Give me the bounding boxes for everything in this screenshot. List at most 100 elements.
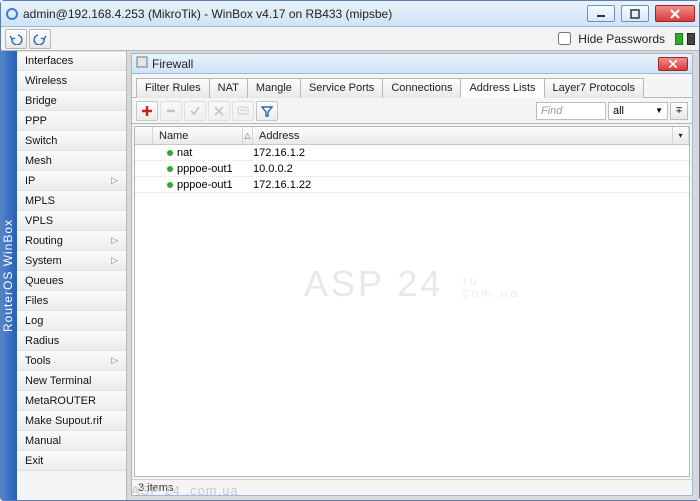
sidebar-item-label: New Terminal [25, 375, 91, 387]
filter-select[interactable]: all ▼ [608, 102, 668, 120]
col-sort-indicator[interactable]: △ [243, 127, 253, 144]
hide-passwords-label: Hide Passwords [578, 32, 665, 46]
tab-filter-rules[interactable]: Filter Rules [136, 78, 210, 98]
tab-layer7-protocols[interactable]: Layer7 Protocols [544, 78, 645, 98]
col-address[interactable]: Address [253, 127, 673, 144]
active-dot-icon [167, 182, 173, 188]
table-body: nat172.16.1.2pppoe-out110.0.0.2pppoe-out… [135, 145, 689, 476]
active-dot-icon [167, 150, 173, 156]
app-icon [5, 7, 19, 21]
firewall-window: Firewall Filter RulesNATMangleService Po… [131, 53, 693, 496]
table-row[interactable]: nat172.16.1.2 [135, 145, 689, 161]
disable-button[interactable] [208, 101, 230, 121]
sidebar-item-metarouter[interactable]: MetaROUTER [17, 391, 126, 411]
sidebar-item-label: Routing [25, 235, 63, 247]
col-dropdown[interactable]: ▾ [673, 127, 689, 144]
sidebar-item-label: Files [25, 295, 48, 307]
sidebar-item-label: Exit [25, 455, 43, 467]
sidebar-item-switch[interactable]: Switch [17, 131, 126, 151]
sidebar-item-new-terminal[interactable]: New Terminal [17, 371, 126, 391]
row-address: 172.16.1.2 [251, 147, 689, 159]
status-led-green [675, 33, 683, 45]
item-count: 3 items [138, 482, 173, 494]
sidebar-item-label: Mesh [25, 155, 52, 167]
sidebar-item-bridge[interactable]: Bridge [17, 91, 126, 111]
chevron-down-icon: ▼ [655, 106, 663, 115]
firewall-tabs: Filter RulesNATMangleService PortsConnec… [132, 74, 692, 98]
sidebar-item-label: Manual [25, 435, 61, 447]
sidebar-item-queues[interactable]: Queues [17, 271, 126, 291]
sidebar-item-wireless[interactable]: Wireless [17, 71, 126, 91]
firewall-toolbar: Find all ▼ ∓ [132, 98, 692, 124]
sidebar-item-make-supout-rif[interactable]: Make Supout.rif [17, 411, 126, 431]
sidebar-item-log[interactable]: Log [17, 311, 126, 331]
maximize-button[interactable] [621, 5, 649, 22]
sidebar-item-label: Make Supout.rif [25, 415, 102, 427]
filter-button[interactable] [256, 101, 278, 121]
sidebar-item-vpls[interactable]: VPLS [17, 211, 126, 231]
sidebar-item-label: MetaROUTER [25, 395, 96, 407]
firewall-title: Firewall [152, 57, 193, 71]
tab-mangle[interactable]: Mangle [247, 78, 301, 98]
col-name[interactable]: Name [153, 127, 243, 144]
comment-button[interactable] [232, 101, 254, 121]
sidebar-item-ip[interactable]: IP ▷ [17, 171, 126, 191]
sidebar-item-manual[interactable]: Manual [17, 431, 126, 451]
redo-button[interactable] [29, 29, 51, 49]
sidebar-item-interfaces[interactable]: Interfaces [17, 51, 126, 71]
row-name: nat [153, 147, 251, 159]
row-address: 10.0.0.2 [251, 163, 689, 175]
main-area: Firewall Filter RulesNATMangleService Po… [127, 51, 699, 500]
sidebar-item-radius[interactable]: Radius [17, 331, 126, 351]
sidebar-item-label: Radius [25, 335, 59, 347]
filter-extra-button[interactable]: ∓ [670, 102, 688, 120]
tab-address-lists[interactable]: Address Lists [460, 78, 544, 98]
row-name: pppoe-out1 [153, 179, 251, 191]
address-list-table: Name △ Address ▾ nat172.16.1.2pppoe-out1… [134, 126, 690, 477]
status-led-dark [687, 33, 695, 45]
hide-passwords-toggle[interactable]: Hide Passwords [554, 29, 665, 48]
sidebar-item-system[interactable]: System ▷ [17, 251, 126, 271]
undo-button[interactable] [5, 29, 27, 49]
filter-select-value: all [613, 105, 624, 117]
main-close-button[interactable] [655, 5, 695, 22]
sidebar-item-label: IP [25, 175, 35, 187]
sidebar-item-files[interactable]: Files [17, 291, 126, 311]
sidebar-item-label: MPLS [25, 195, 55, 207]
table-row[interactable]: pppoe-out1172.16.1.22 [135, 177, 689, 193]
submenu-arrow-icon: ▷ [111, 355, 118, 366]
sidebar: InterfacesWirelessBridge PPP Switch Mesh IP ▷… [17, 51, 127, 500]
tab-nat[interactable]: NAT [209, 78, 248, 98]
hide-passwords-checkbox[interactable] [558, 32, 571, 45]
minimize-button[interactable] [587, 5, 615, 22]
row-name: pppoe-out1 [153, 163, 251, 175]
tab-connections[interactable]: Connections [382, 78, 461, 98]
sidebar-item-mesh[interactable]: Mesh [17, 151, 126, 171]
window-title: admin@192.168.4.253 (MikroTik) - WinBox … [23, 7, 392, 21]
col-flag[interactable] [135, 127, 153, 144]
firewall-close-button[interactable] [658, 57, 688, 71]
sidebar-item-label: Log [25, 315, 43, 327]
sidebar-item-routing[interactable]: Routing ▷ [17, 231, 126, 251]
submenu-arrow-icon: ▷ [111, 235, 118, 246]
sidebar-item-ppp[interactable]: PPP [17, 111, 126, 131]
submenu-arrow-icon: ▷ [111, 175, 118, 186]
sidebar-item-label: VPLS [25, 215, 53, 227]
sidebar-item-label: Tools [25, 355, 51, 367]
remove-button[interactable] [160, 101, 182, 121]
sidebar-item-label: PPP [25, 115, 47, 127]
sidebar-item-tools[interactable]: Tools ▷ [17, 351, 126, 371]
enable-button[interactable] [184, 101, 206, 121]
tab-service-ports[interactable]: Service Ports [300, 78, 383, 98]
table-row[interactable]: pppoe-out110.0.0.2 [135, 161, 689, 177]
sidebar-item-mpls[interactable]: MPLS [17, 191, 126, 211]
sidebar-item-label: System [25, 255, 62, 267]
window-titlebar: admin@192.168.4.253 (MikroTik) - WinBox … [1, 1, 699, 27]
firewall-titlebar[interactable]: Firewall [132, 54, 692, 74]
submenu-arrow-icon: ▷ [111, 255, 118, 266]
add-button[interactable] [136, 101, 158, 121]
sidebar-item-exit[interactable]: Exit [17, 451, 126, 471]
active-dot-icon [167, 166, 173, 172]
row-address: 172.16.1.22 [251, 179, 689, 191]
find-input[interactable]: Find [536, 102, 606, 120]
